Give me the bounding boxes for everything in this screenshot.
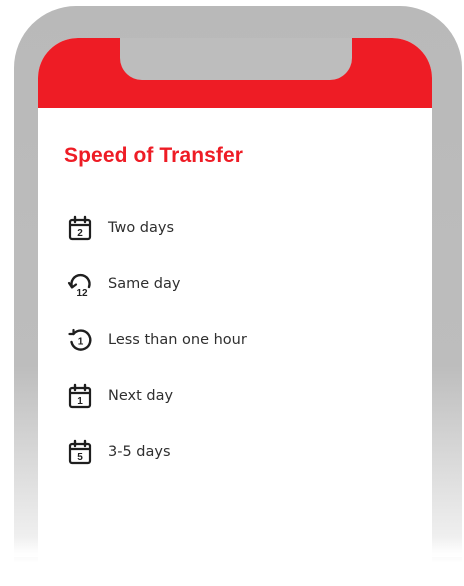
page-title: Speed of Transfer: [64, 144, 244, 167]
history-number: 1: [78, 337, 84, 348]
option-two-days[interactable]: 2 Two days: [66, 200, 247, 256]
transfer-speed-panel: Speed of Transfer 2 Two days 12 Same day…: [38, 108, 432, 578]
calendar-day-number: 2: [77, 228, 83, 239]
option-label: 3-5 days: [108, 444, 171, 460]
option-label: Less than one hour: [108, 332, 247, 348]
option-label: Same day: [108, 276, 181, 292]
option-next-day[interactable]: 1 Next day: [66, 368, 247, 424]
clock-12-icon: 12: [66, 270, 94, 298]
calendar-day-number: 1: [77, 396, 83, 407]
phone-screen: Speed of Transfer 2 Two days 12 Same day…: [38, 38, 432, 578]
clock-hour-number: 12: [76, 288, 88, 298]
calendar-2-icon: 2: [66, 214, 94, 242]
calendar-day-number: 5: [77, 452, 83, 463]
history-1-icon: 1: [66, 326, 94, 354]
option-three-to-five-days[interactable]: 5 3-5 days: [66, 424, 247, 480]
calendar-5-icon: 5: [66, 438, 94, 466]
option-less-than-one-hour[interactable]: 1 Less than one hour: [66, 312, 247, 368]
option-same-day[interactable]: 12 Same day: [66, 256, 247, 312]
calendar-1-icon: 1: [66, 382, 94, 410]
option-label: Two days: [108, 220, 175, 236]
transfer-speed-list: 2 Two days 12 Same day 1 Less than one h…: [66, 200, 247, 480]
option-label: Next day: [108, 388, 174, 404]
phone-notch: [120, 38, 352, 80]
